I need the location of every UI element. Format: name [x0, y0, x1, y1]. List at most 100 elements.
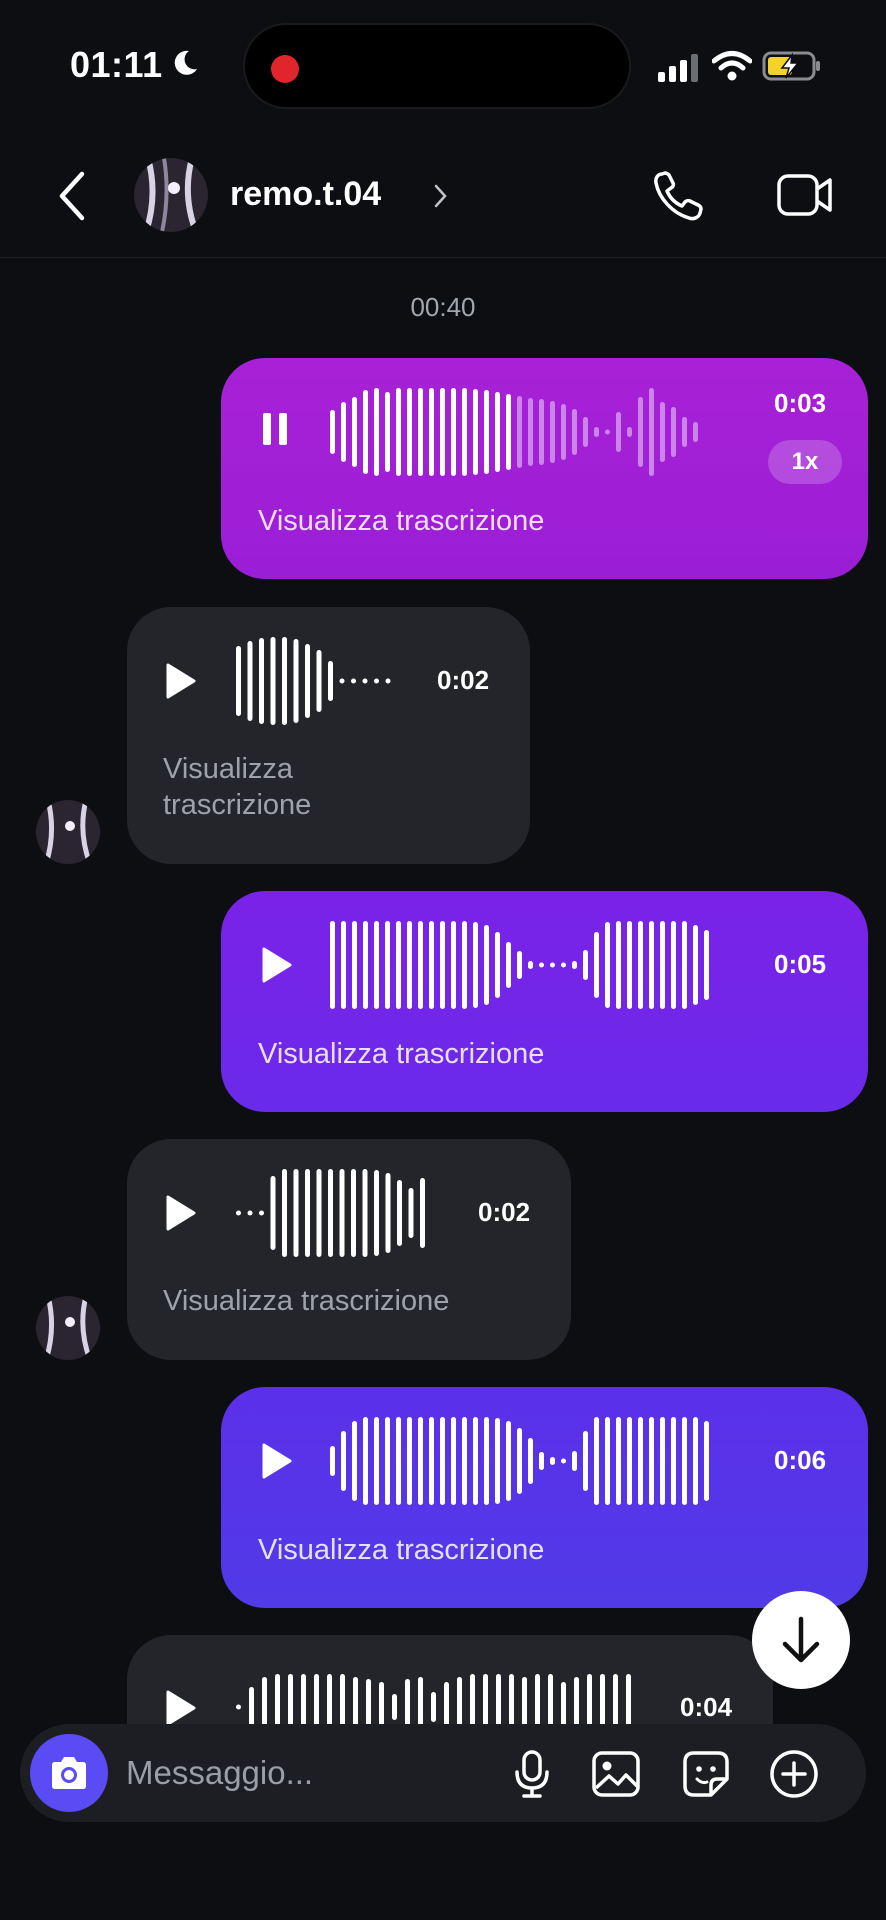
waveform-bar	[330, 921, 335, 1009]
waveform-bar	[693, 1417, 698, 1505]
voice-message-outgoing[interactable]: 0:06 Visualizza trascrizione	[221, 1387, 868, 1608]
view-transcript-link[interactable]: Visualizza trascrizione	[258, 1532, 544, 1568]
waveform-bar	[594, 932, 599, 998]
waveform-bar	[693, 422, 698, 442]
play-icon[interactable]	[165, 662, 197, 700]
waveform-bar	[605, 922, 610, 1008]
waveform[interactable]	[327, 382, 727, 482]
waveform-bar	[363, 390, 368, 474]
waveform-bar	[550, 401, 555, 463]
voice-message-outgoing[interactable]: 0:03 1x Visualizza trascrizione	[221, 358, 868, 579]
waveform[interactable]	[327, 915, 727, 1015]
waveform-bar	[339, 678, 345, 684]
waveform-bar	[420, 1178, 425, 1248]
signal-icon	[658, 54, 698, 82]
waveform-bar	[374, 388, 379, 476]
waveform-bar	[462, 388, 467, 476]
waveform-bar	[704, 930, 709, 1000]
microphone-icon[interactable]	[506, 1748, 558, 1800]
waveform-bar	[328, 1169, 333, 1257]
phone-icon[interactable]	[650, 168, 706, 224]
waveform-bar	[605, 1417, 610, 1505]
waveform-bar	[396, 921, 401, 1009]
status-bar: 01:11	[0, 0, 886, 130]
waveform-bar	[236, 1704, 241, 1710]
waveform-bar	[282, 1169, 287, 1257]
waveform-bar	[431, 1692, 436, 1722]
sticker-icon[interactable]	[680, 1748, 732, 1800]
video-icon[interactable]	[776, 170, 834, 220]
waveform-bar	[682, 921, 687, 1009]
view-transcript-link[interactable]: Visualizza trascrizione	[163, 1283, 449, 1319]
view-transcript-link[interactable]: Visualizza trascrizione	[258, 503, 544, 539]
contact-avatar[interactable]	[134, 158, 208, 232]
back-icon[interactable]	[52, 168, 92, 224]
voice-message-incoming[interactable]: 0:02 Visualizza trascrizione	[127, 607, 530, 864]
pause-icon[interactable]	[261, 410, 289, 448]
waveform-bar	[259, 638, 264, 724]
image-icon[interactable]	[590, 1748, 642, 1800]
waveform-bar	[451, 1417, 456, 1505]
waveform-bar	[282, 637, 287, 725]
waveform-bar	[270, 637, 276, 725]
waveform-bar	[385, 392, 390, 472]
waveform-bar	[627, 427, 632, 437]
waveform[interactable]	[327, 1411, 727, 1511]
message-input[interactable]	[126, 1750, 486, 1796]
bottom-safe-area	[0, 1840, 886, 1920]
waveform-bar	[506, 942, 511, 988]
waveform-bar	[462, 1417, 467, 1505]
waveform-bar	[385, 678, 391, 684]
waveform-bar	[429, 1417, 434, 1505]
waveform-bar	[517, 1428, 522, 1494]
contact-avatar-small[interactable]	[36, 800, 100, 864]
voice-duration: 0:02	[437, 665, 490, 695]
waveform-bar	[528, 1438, 533, 1484]
waveform-bar	[649, 388, 654, 476]
waveform-bar	[418, 1417, 423, 1505]
waveform-bar	[682, 1417, 687, 1505]
voice-duration: 0:05	[774, 949, 827, 979]
chevron-right-icon[interactable]	[432, 182, 450, 210]
waveform-bar	[627, 1417, 632, 1505]
voice-message-incoming[interactable]: 0:02 Visualizza trascrizione	[127, 1139, 571, 1360]
camera-button[interactable]	[30, 1734, 108, 1812]
waveform-bar	[638, 1417, 643, 1505]
contact-avatar-small[interactable]	[36, 1296, 100, 1360]
waveform[interactable]	[233, 631, 433, 731]
view-transcript-link[interactable]: Visualizza trascrizione	[258, 1036, 544, 1072]
voice-message-outgoing[interactable]: 0:05 Visualizza trascrizione	[221, 891, 868, 1112]
waveform-bar	[671, 921, 676, 1009]
waveform-bar	[638, 921, 643, 1009]
view-transcript-link[interactable]: Visualizza trascrizione	[163, 751, 311, 823]
voice-duration: 0:04	[680, 1692, 733, 1722]
contact-username[interactable]: remo.t.04	[230, 175, 381, 214]
scroll-to-bottom-button[interactable]	[752, 1591, 850, 1689]
waveform-bar	[352, 397, 357, 467]
waveform[interactable]	[233, 1163, 453, 1263]
waveform-bar	[616, 921, 621, 1009]
waveform-bar	[693, 925, 698, 1005]
plus-circle-icon[interactable]	[768, 1748, 820, 1800]
playback-speed-button[interactable]: 1x	[768, 440, 842, 484]
chat-header: remo.t.04	[0, 140, 886, 258]
waveform-bar	[429, 921, 434, 1009]
play-icon[interactable]	[165, 1689, 197, 1727]
waveform-bar	[247, 641, 253, 721]
arrow-down-icon	[782, 1616, 820, 1663]
waveform-bar	[594, 427, 599, 437]
waveform-bar	[259, 1210, 264, 1216]
waveform-bar	[484, 925, 489, 1005]
waveform-bar	[407, 921, 412, 1009]
play-icon[interactable]	[261, 946, 293, 984]
waveform-bar	[539, 399, 544, 465]
waveform-bar	[247, 1210, 253, 1216]
waveform-bar	[671, 407, 676, 457]
waveform-bar	[396, 388, 401, 476]
play-icon[interactable]	[165, 1194, 197, 1232]
play-icon[interactable]	[261, 1442, 293, 1480]
waveform-bar	[418, 921, 423, 1009]
waveform-bar	[328, 661, 333, 701]
waveform-bar	[316, 1169, 322, 1257]
waveform-bar	[351, 1169, 356, 1257]
